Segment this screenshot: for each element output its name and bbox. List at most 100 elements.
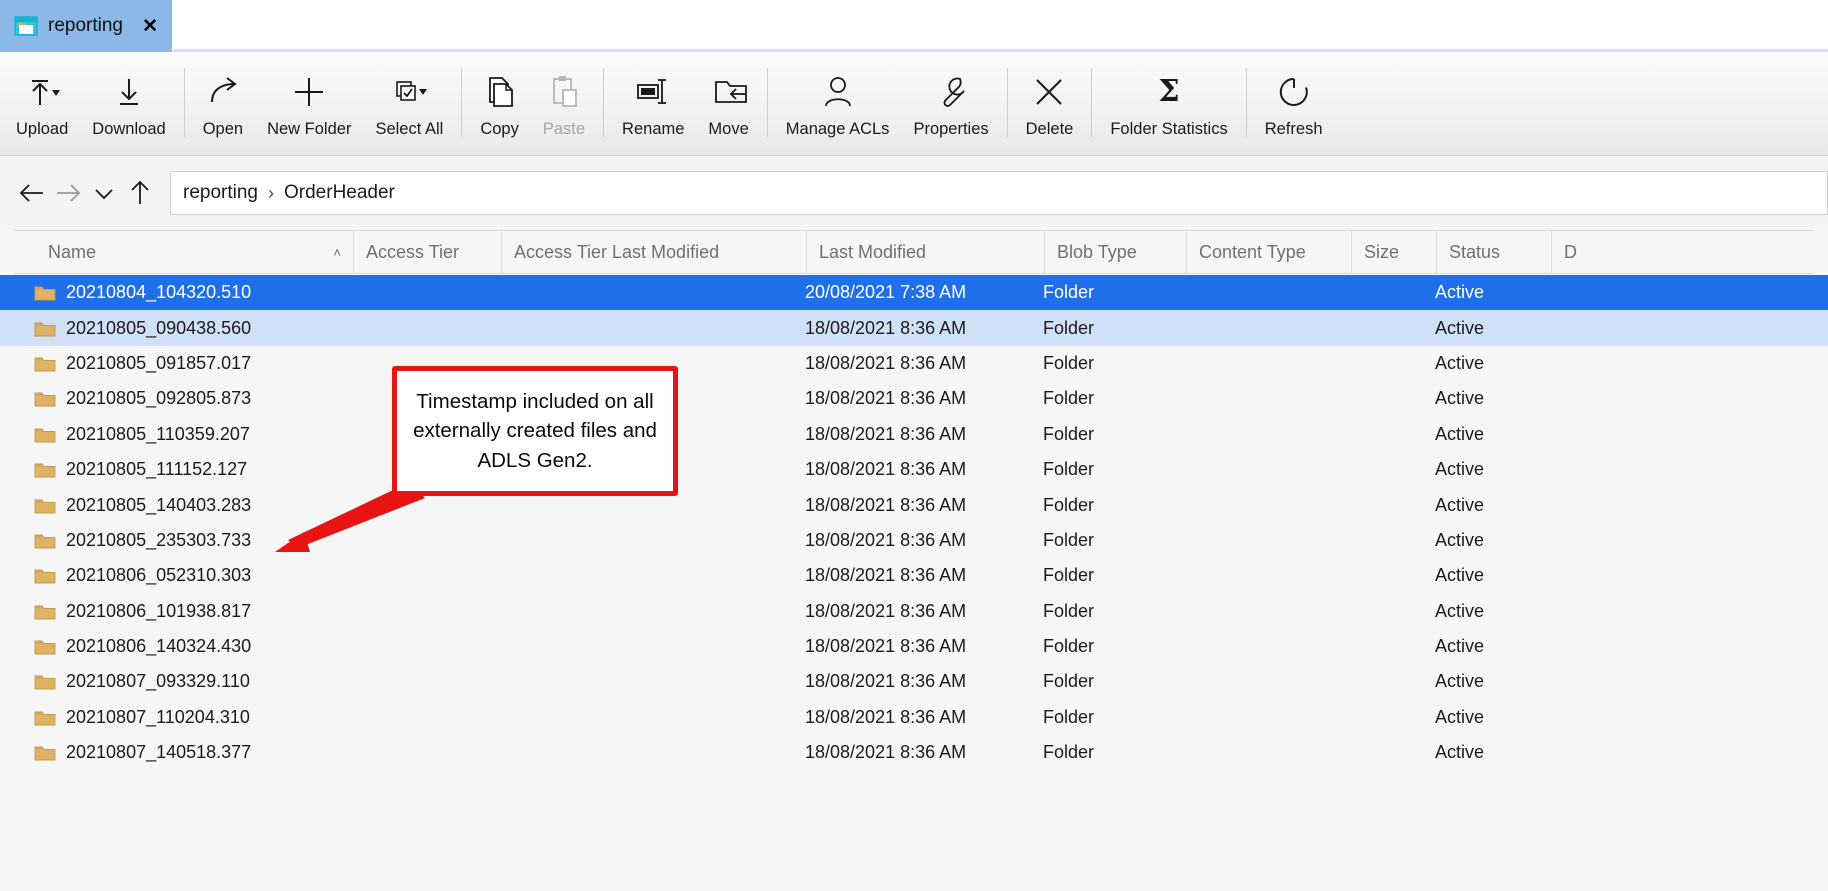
cell-last-modified: 18/08/2021 8:36 AM: [805, 352, 967, 373]
delete-button[interactable]: Delete: [1014, 52, 1086, 155]
column-header-content-type[interactable]: Content Type: [1187, 231, 1352, 273]
column-header-access-tier[interactable]: Access Tier: [354, 231, 502, 273]
table-row[interactable]: 20210806_101938.817 18/08/2021 8:36 AM Fol…: [0, 594, 1828, 629]
toolbar-separator: [1006, 68, 1008, 137]
row-name-text: 20210805_090438.560: [66, 317, 252, 338]
cell-name: 20210807_110204.310: [0, 700, 340, 735]
breadcrumb-item-reporting[interactable]: reporting: [183, 182, 258, 204]
cell-access-tier: [340, 735, 488, 770]
cell-blob-type: Folder: [1043, 565, 1095, 586]
row-name-text: 20210805_091857.017: [66, 352, 252, 373]
table-row[interactable]: 20210805_090438.560 18/08/2021 8:36 AM Fol…: [0, 310, 1828, 346]
properties-button[interactable]: Properties: [901, 52, 1000, 155]
column-header-size[interactable]: Size: [1352, 231, 1437, 273]
toolbar: Upload Download Open New Folder Select A…: [0, 52, 1828, 156]
refresh-label: Refresh: [1264, 120, 1323, 138]
upload-button[interactable]: Upload: [4, 52, 80, 155]
folder-icon: [34, 640, 56, 655]
tab-label: reporting: [48, 15, 123, 36]
cell-size: [1338, 452, 1423, 487]
window-folder-icon: [14, 15, 38, 37]
folder-statistics-button[interactable]: Σ Folder Statistics: [1098, 52, 1239, 155]
column-header-status[interactable]: Status: [1437, 231, 1552, 273]
table-row[interactable]: 20210806_140324.430 18/08/2021 8:36 AM Fol…: [0, 629, 1828, 664]
new-folder-button[interactable]: New Folder: [255, 52, 363, 155]
cell-status: Active: [1435, 282, 1485, 303]
move-label: Move: [708, 120, 749, 138]
paste-button[interactable]: Paste: [531, 52, 597, 155]
select-all-button[interactable]: Select All: [363, 52, 455, 155]
cell-name: 20210807_140518.377: [0, 735, 340, 770]
cell-status: Active: [1435, 317, 1485, 338]
cell-content-type: [1173, 629, 1338, 664]
cell-blob-type: Folder: [1043, 600, 1095, 621]
storage-explorer-window: reporting ✕ Upload Download Open New Fol…: [0, 0, 1828, 891]
open-button[interactable]: Open: [191, 52, 255, 155]
close-icon[interactable]: ✕: [142, 17, 158, 36]
cell-size: [1338, 346, 1423, 381]
cell-last-modified: 18/08/2021 8:36 AM: [805, 423, 967, 444]
cell-status: Active: [1435, 671, 1485, 692]
forward-arrow-icon[interactable]: [50, 175, 86, 211]
cell-content-type: [1173, 558, 1338, 593]
row-name-text: 20210806_140324.430: [66, 636, 252, 657]
cell-access-tier-last-modified: [488, 629, 793, 664]
chevron-down-icon[interactable]: [86, 175, 122, 211]
new-folder-label: New Folder: [267, 120, 352, 138]
table-row[interactable]: 20210806_052310.303 18/08/2021 8:36 AM Fol…: [0, 558, 1828, 593]
up-arrow-icon[interactable]: [122, 175, 158, 211]
cell-content-type: [1173, 523, 1338, 558]
table-row[interactable]: 20210805_092805.873 18/08/2021 8:36 AM Fol…: [0, 381, 1828, 416]
column-header-access-tier-last-modified[interactable]: Access Tier Last Modified: [502, 231, 807, 273]
rename-button[interactable]: Rename: [610, 52, 696, 155]
column-header-last-modified[interactable]: Last Modified: [807, 231, 1045, 273]
back-arrow-icon[interactable]: [14, 175, 50, 211]
breadcrumb[interactable]: reporting › OrderHeader: [170, 171, 1828, 215]
cell-name: 20210805_092805.873: [0, 381, 340, 416]
table-row[interactable]: 20210805_110359.207 18/08/2021 8:36 AM Fol…: [0, 417, 1828, 452]
cell-blob-type: Folder: [1043, 671, 1095, 692]
cell-last-modified: 18/08/2021 8:36 AM: [805, 529, 967, 550]
cell-access-tier-last-modified: [488, 664, 793, 699]
plus-icon: [290, 66, 328, 118]
refresh-button[interactable]: Refresh: [1253, 52, 1335, 155]
folder-icon: [34, 746, 56, 761]
cell-access-tier: [340, 664, 488, 699]
table-row[interactable]: 20210805_091857.017 18/08/2021 8:36 AM Fol…: [0, 346, 1828, 381]
column-header-name[interactable]: Name ˄: [14, 231, 354, 273]
cell-size: [1338, 594, 1423, 629]
cell-access-tier: [340, 594, 488, 629]
column-header-d[interactable]: D: [1552, 231, 1612, 273]
move-button[interactable]: Move: [696, 52, 760, 155]
refresh-circular-arrow-icon: [1275, 66, 1313, 118]
cell-last-modified: 20/08/2021 7:38 AM: [805, 282, 967, 303]
rename-textfield-icon: [632, 66, 674, 118]
cell-last-modified: 18/08/2021 8:36 AM: [805, 636, 967, 657]
cell-status: Active: [1435, 494, 1485, 515]
folder-icon: [34, 569, 56, 584]
toolbar-separator: [766, 68, 768, 137]
table-row[interactable]: 20210807_140518.377 18/08/2021 8:36 AM Fol…: [0, 735, 1828, 770]
tab-reporting[interactable]: reporting ✕: [0, 0, 173, 52]
breadcrumb-separator: ›: [268, 182, 274, 203]
table-row[interactable]: 20210807_110204.310 18/08/2021 8:36 AM Fol…: [0, 700, 1828, 735]
manage-acls-button[interactable]: Manage ACLs: [774, 52, 902, 155]
cell-last-modified: 18/08/2021 8:36 AM: [805, 494, 967, 515]
table-row[interactable]: 20210804_104320.510 20/08/2021 7:38 AM Fol…: [0, 275, 1828, 311]
sigma-icon: Σ: [1150, 66, 1188, 118]
cell-access-tier: [340, 310, 488, 345]
column-header-blob-type[interactable]: Blob Type: [1045, 231, 1187, 273]
cell-name: 20210807_093329.110: [0, 664, 340, 699]
breadcrumb-item-orderheader[interactable]: OrderHeader: [284, 182, 395, 204]
upload-label: Upload: [16, 120, 69, 138]
table-row[interactable]: 20210807_093329.110 18/08/2021 8:36 AM Fol…: [0, 664, 1828, 699]
toolbar-separator: [603, 68, 605, 137]
cell-size: [1338, 629, 1423, 664]
toolbar-separator: [1245, 68, 1247, 137]
row-name-text: 20210805_235303.733: [66, 529, 252, 550]
select-all-label: Select All: [375, 120, 444, 138]
row-name-text: 20210805_111152.127: [66, 459, 248, 480]
copy-button[interactable]: Copy: [468, 52, 531, 155]
download-button[interactable]: Download: [80, 52, 177, 155]
column-header-name-label: Name: [48, 241, 97, 262]
